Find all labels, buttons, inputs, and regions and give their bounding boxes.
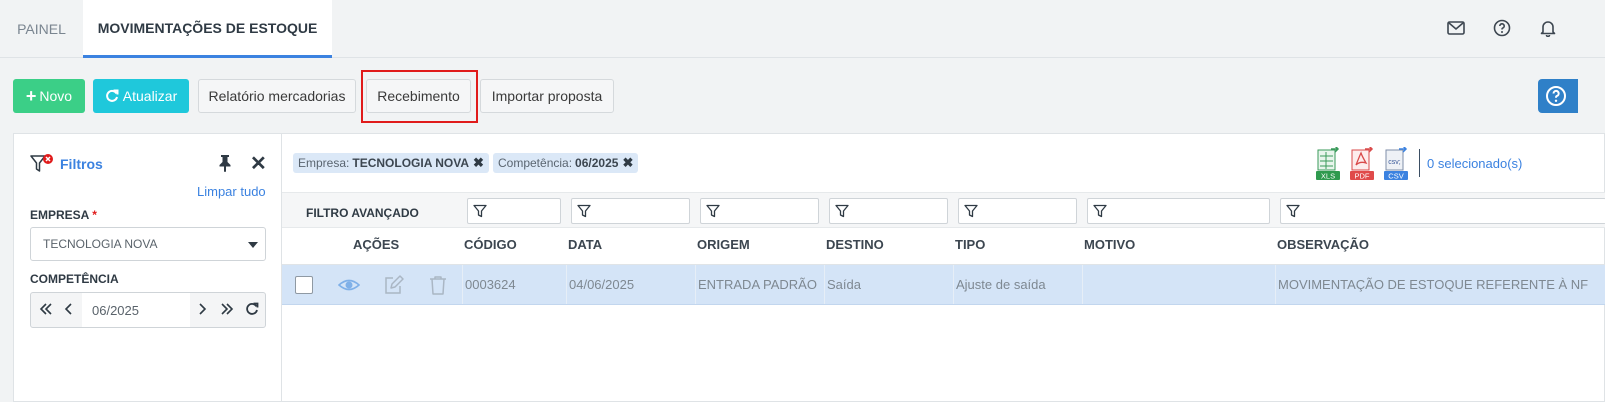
filter-icon [1093,204,1107,218]
row-checkbox[interactable] [295,276,313,294]
filter-input-codigo[interactable] [467,198,561,224]
bell-icon[interactable] [1537,17,1559,39]
cell-tipo: Ajuste de saída [953,265,1082,304]
filter-chip-competencia: Competência: 06/2025 ✖ [493,153,639,173]
cell-motivo [1082,265,1275,304]
tab-movimentacoes-estoque[interactable]: MOVIMENTAÇÕES DE ESTOQUE [83,0,332,58]
filter-icon [1286,204,1300,218]
filter-input-origem[interactable] [700,198,819,224]
table-row[interactable]: 0003624 04/06/2025 ENTRADA PADRÃO Saída … [282,265,1605,305]
trash-icon[interactable] [428,275,448,300]
top-tab-bar: PAINEL MOVIMENTAÇÕES DE ESTOQUE [0,0,1605,58]
export-csv-icon[interactable]: csv; CSV [1383,145,1409,181]
toolbar-separator [1419,149,1420,177]
view-eye-icon[interactable] [337,275,361,300]
refresh-icon [105,89,119,103]
filter-icon [706,204,720,218]
plus-icon: + [25,86,37,106]
empresa-label: EMPRESA * [30,208,97,222]
export-pdf-icon[interactable]: PDF [1349,145,1375,181]
cell-codigo: 0003624 [462,265,566,304]
help-circle-icon [1545,85,1567,107]
filter-input-tipo[interactable] [958,198,1077,224]
cell-destino: Saída [824,265,953,304]
column-header-codigo[interactable]: CÓDIGO [464,237,517,252]
svg-text:CSV: CSV [1388,172,1403,181]
filters-panel: Filtros ✕ Limpar tudo EMPRESA * TECNOLOG… [13,133,282,402]
atualizar-button[interactable]: Atualizar [93,79,189,113]
filter-icon [577,204,591,218]
cell-origem: ENTRADA PADRÃO [695,265,824,304]
double-chevron-left-icon[interactable] [39,302,53,319]
filter-input-observacao[interactable] [1280,198,1605,224]
filter-icon [964,204,978,218]
chip-close-icon[interactable]: ✖ [622,155,633,171]
filters-title[interactable]: Filtros [30,154,103,174]
svg-text:csv;: csv; [1388,159,1401,166]
chevron-left-icon[interactable] [64,302,74,319]
column-header-origem[interactable]: ORIGEM [697,237,750,252]
chevron-right-icon[interactable] [197,302,207,319]
clear-all-link[interactable]: Limpar tudo [197,184,266,199]
novo-button[interactable]: + Novo [13,79,85,113]
importar-proposta-button[interactable]: Importar proposta [480,79,614,113]
filter-remove-icon [30,154,54,174]
mail-icon[interactable] [1445,17,1467,39]
grid-panel: Empresa: TECNOLOGIA NOVA ✖ Competência: 06/… [281,133,1605,402]
column-header-data[interactable]: DATA [568,237,602,252]
pin-icon[interactable] [217,154,233,177]
atualizar-label: Atualizar [122,88,178,104]
filters-title-label: Filtros [60,156,103,172]
recebimento-highlight-box [361,70,478,123]
svg-text:PDF: PDF [1355,172,1370,181]
close-icon[interactable]: ✕ [250,154,267,174]
column-header-destino[interactable]: DESTINO [826,237,884,252]
caret-down-icon [248,242,258,248]
column-header-acoes: AÇÕES [353,237,400,252]
cell-observacao: MOVIMENTAÇÃO DE ESTOQUE REFERENTE À NF [1275,265,1605,304]
help-circle-icon[interactable] [1491,17,1513,39]
novo-label: Novo [39,88,73,104]
competencia-input[interactable]: 06/2025 [82,293,190,327]
filter-chip-empresa: Empresa: TECNOLOGIA NOVA ✖ [293,153,489,173]
svg-text:XLS: XLS [1321,172,1335,181]
reset-icon[interactable] [245,302,259,319]
column-header-motivo[interactable]: MOTIVO [1084,237,1135,252]
filter-input-destino[interactable] [829,198,948,224]
chip-close-icon[interactable]: ✖ [473,155,484,171]
competencia-period-picker: 06/2025 [30,292,266,328]
empresa-select[interactable]: TECNOLOGIA NOVA [30,227,266,261]
column-header-tipo[interactable]: TIPO [955,237,985,252]
empresa-select-value: TECNOLOGIA NOVA [43,237,158,251]
cell-data: 04/06/2025 [566,265,695,304]
relatorio-mercadorias-button[interactable]: Relatório mercadorias [198,79,356,113]
side-help-button[interactable] [1538,79,1578,113]
filter-input-data[interactable] [571,198,690,224]
selected-count[interactable]: 0 selecionado(s) [1427,156,1522,171]
advanced-filter-row: FILTRO AVANÇADO [282,192,1605,228]
advanced-filter-label: FILTRO AVANÇADO [306,206,419,220]
filter-icon [835,204,849,218]
filter-input-motivo[interactable] [1087,198,1270,224]
export-xls-icon[interactable]: XLS [1315,145,1341,181]
column-header-observacao[interactable]: OBSERVAÇÃO [1277,237,1369,252]
edit-icon[interactable] [383,275,405,300]
competencia-label: COMPETÊNCIA [30,272,119,286]
tab-painel[interactable]: PAINEL [0,0,83,58]
filter-icon [473,204,487,218]
double-chevron-right-icon[interactable] [220,302,234,319]
